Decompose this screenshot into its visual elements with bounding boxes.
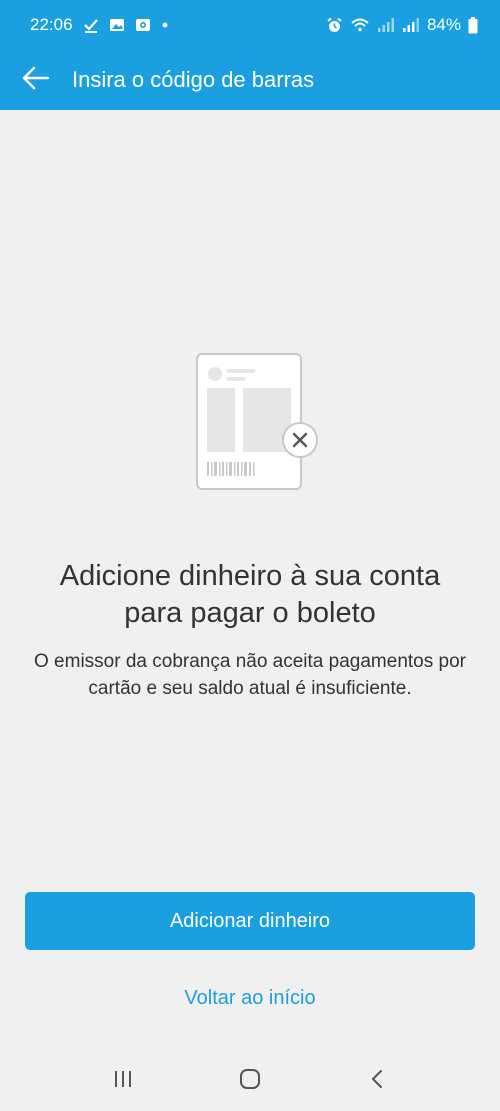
- wifi-icon: [350, 17, 370, 33]
- check-icon: [83, 17, 99, 33]
- add-money-button[interactable]: Adicionar dinheiro: [25, 892, 475, 950]
- headline: Adicione dinheiro à sua conta para pagar…: [59, 560, 441, 629]
- system-back-button[interactable]: [347, 1057, 407, 1107]
- status-bar: 22:06 84%: [0, 0, 500, 50]
- back-to-home-link[interactable]: Voltar ao início: [25, 976, 475, 1020]
- navigation-bar: [0, 1052, 500, 1111]
- alarm-icon: [326, 17, 343, 34]
- signal-icon: [402, 17, 420, 33]
- back-icon: [369, 1068, 385, 1095]
- camera-icon: [135, 17, 151, 33]
- status-time: 22:06: [30, 15, 73, 34]
- page-title: Insira o código de barras: [72, 67, 315, 92]
- arrow-left-icon: [22, 66, 50, 95]
- back-button[interactable]: [0, 50, 72, 110]
- battery-percent: 84%: [426, 15, 461, 34]
- recents-icon: [112, 1069, 134, 1094]
- image-icon: [109, 17, 125, 33]
- home-button[interactable]: [220, 1057, 280, 1107]
- recents-button[interactable]: [93, 1057, 153, 1107]
- status-left: 22:06: [30, 15, 169, 35]
- description: O emissor da cobrança não aceita pagamen…: [34, 651, 466, 699]
- signal-icon: [377, 17, 395, 33]
- home-icon: [238, 1067, 262, 1096]
- app-bar: Insira o código de barras: [0, 50, 500, 110]
- boleto-error-icon: [195, 352, 325, 492]
- status-right: 84%: [326, 15, 478, 35]
- main-content: Adicione dinheiro à sua conta para pagar…: [0, 110, 500, 1052]
- battery-icon: [468, 16, 478, 34]
- dot-icon: [161, 21, 169, 29]
